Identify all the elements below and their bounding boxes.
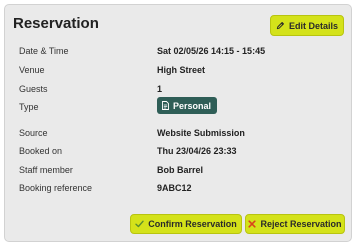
field-value: Website Submission [157,128,245,138]
field-value: High Street [157,65,206,75]
field-value: Thu 23/04/26 23:33 [157,146,237,156]
field-label: Booking reference [19,183,93,193]
field-row-type: Type Personal [5,97,353,114]
field-label: Guests [19,84,48,94]
card-title: Reservation [13,15,99,32]
field-value: 9ABC12 [157,183,192,193]
field-label: Source [19,128,48,138]
type-badge-label: Personal [173,100,212,111]
field-label: Staff member [19,165,73,175]
field-value: 1 [157,84,163,94]
field-row-date-time: Date & Time Sat 02/05/26 14:15 - 15:45 [5,44,353,58]
reservation-card: Reservation Edit Details Date & Time Sat… [4,4,352,242]
field-value: Bob Barrel [157,165,204,175]
field-row-source: Source Website Submission [5,126,353,140]
check-icon [135,220,144,228]
document-icon [162,101,169,110]
edit-details-label: Edit Details [288,20,338,31]
field-label: Date & Time [19,46,69,56]
field-label: Type [19,102,39,112]
field-row-staff-member: Staff member Bob Barrel [5,163,353,177]
confirm-reservation-label: Confirm Reservation [148,219,237,229]
field-value: Sat 02/05/26 14:15 - 15:45 [157,46,266,56]
reject-reservation-label: Reject Reservation [260,219,342,229]
pencil-icon [276,21,285,30]
type-badge: Personal [157,97,218,114]
reject-reservation-button[interactable]: Reject Reservation [245,214,345,234]
x-icon [248,220,257,228]
field-row-venue: Venue High Street [5,63,353,77]
field-row-booked-on: Booked on Thu 23/04/26 23:33 [5,144,353,158]
field-label: Booked on [19,146,63,156]
confirm-reservation-button[interactable]: Confirm Reservation [130,214,242,234]
field-row-booking-reference: Booking reference 9ABC12 [5,181,353,195]
field-label: Venue [19,65,45,75]
field-row-guests: Guests 1 [5,82,353,96]
edit-details-button[interactable]: Edit Details [270,15,344,36]
